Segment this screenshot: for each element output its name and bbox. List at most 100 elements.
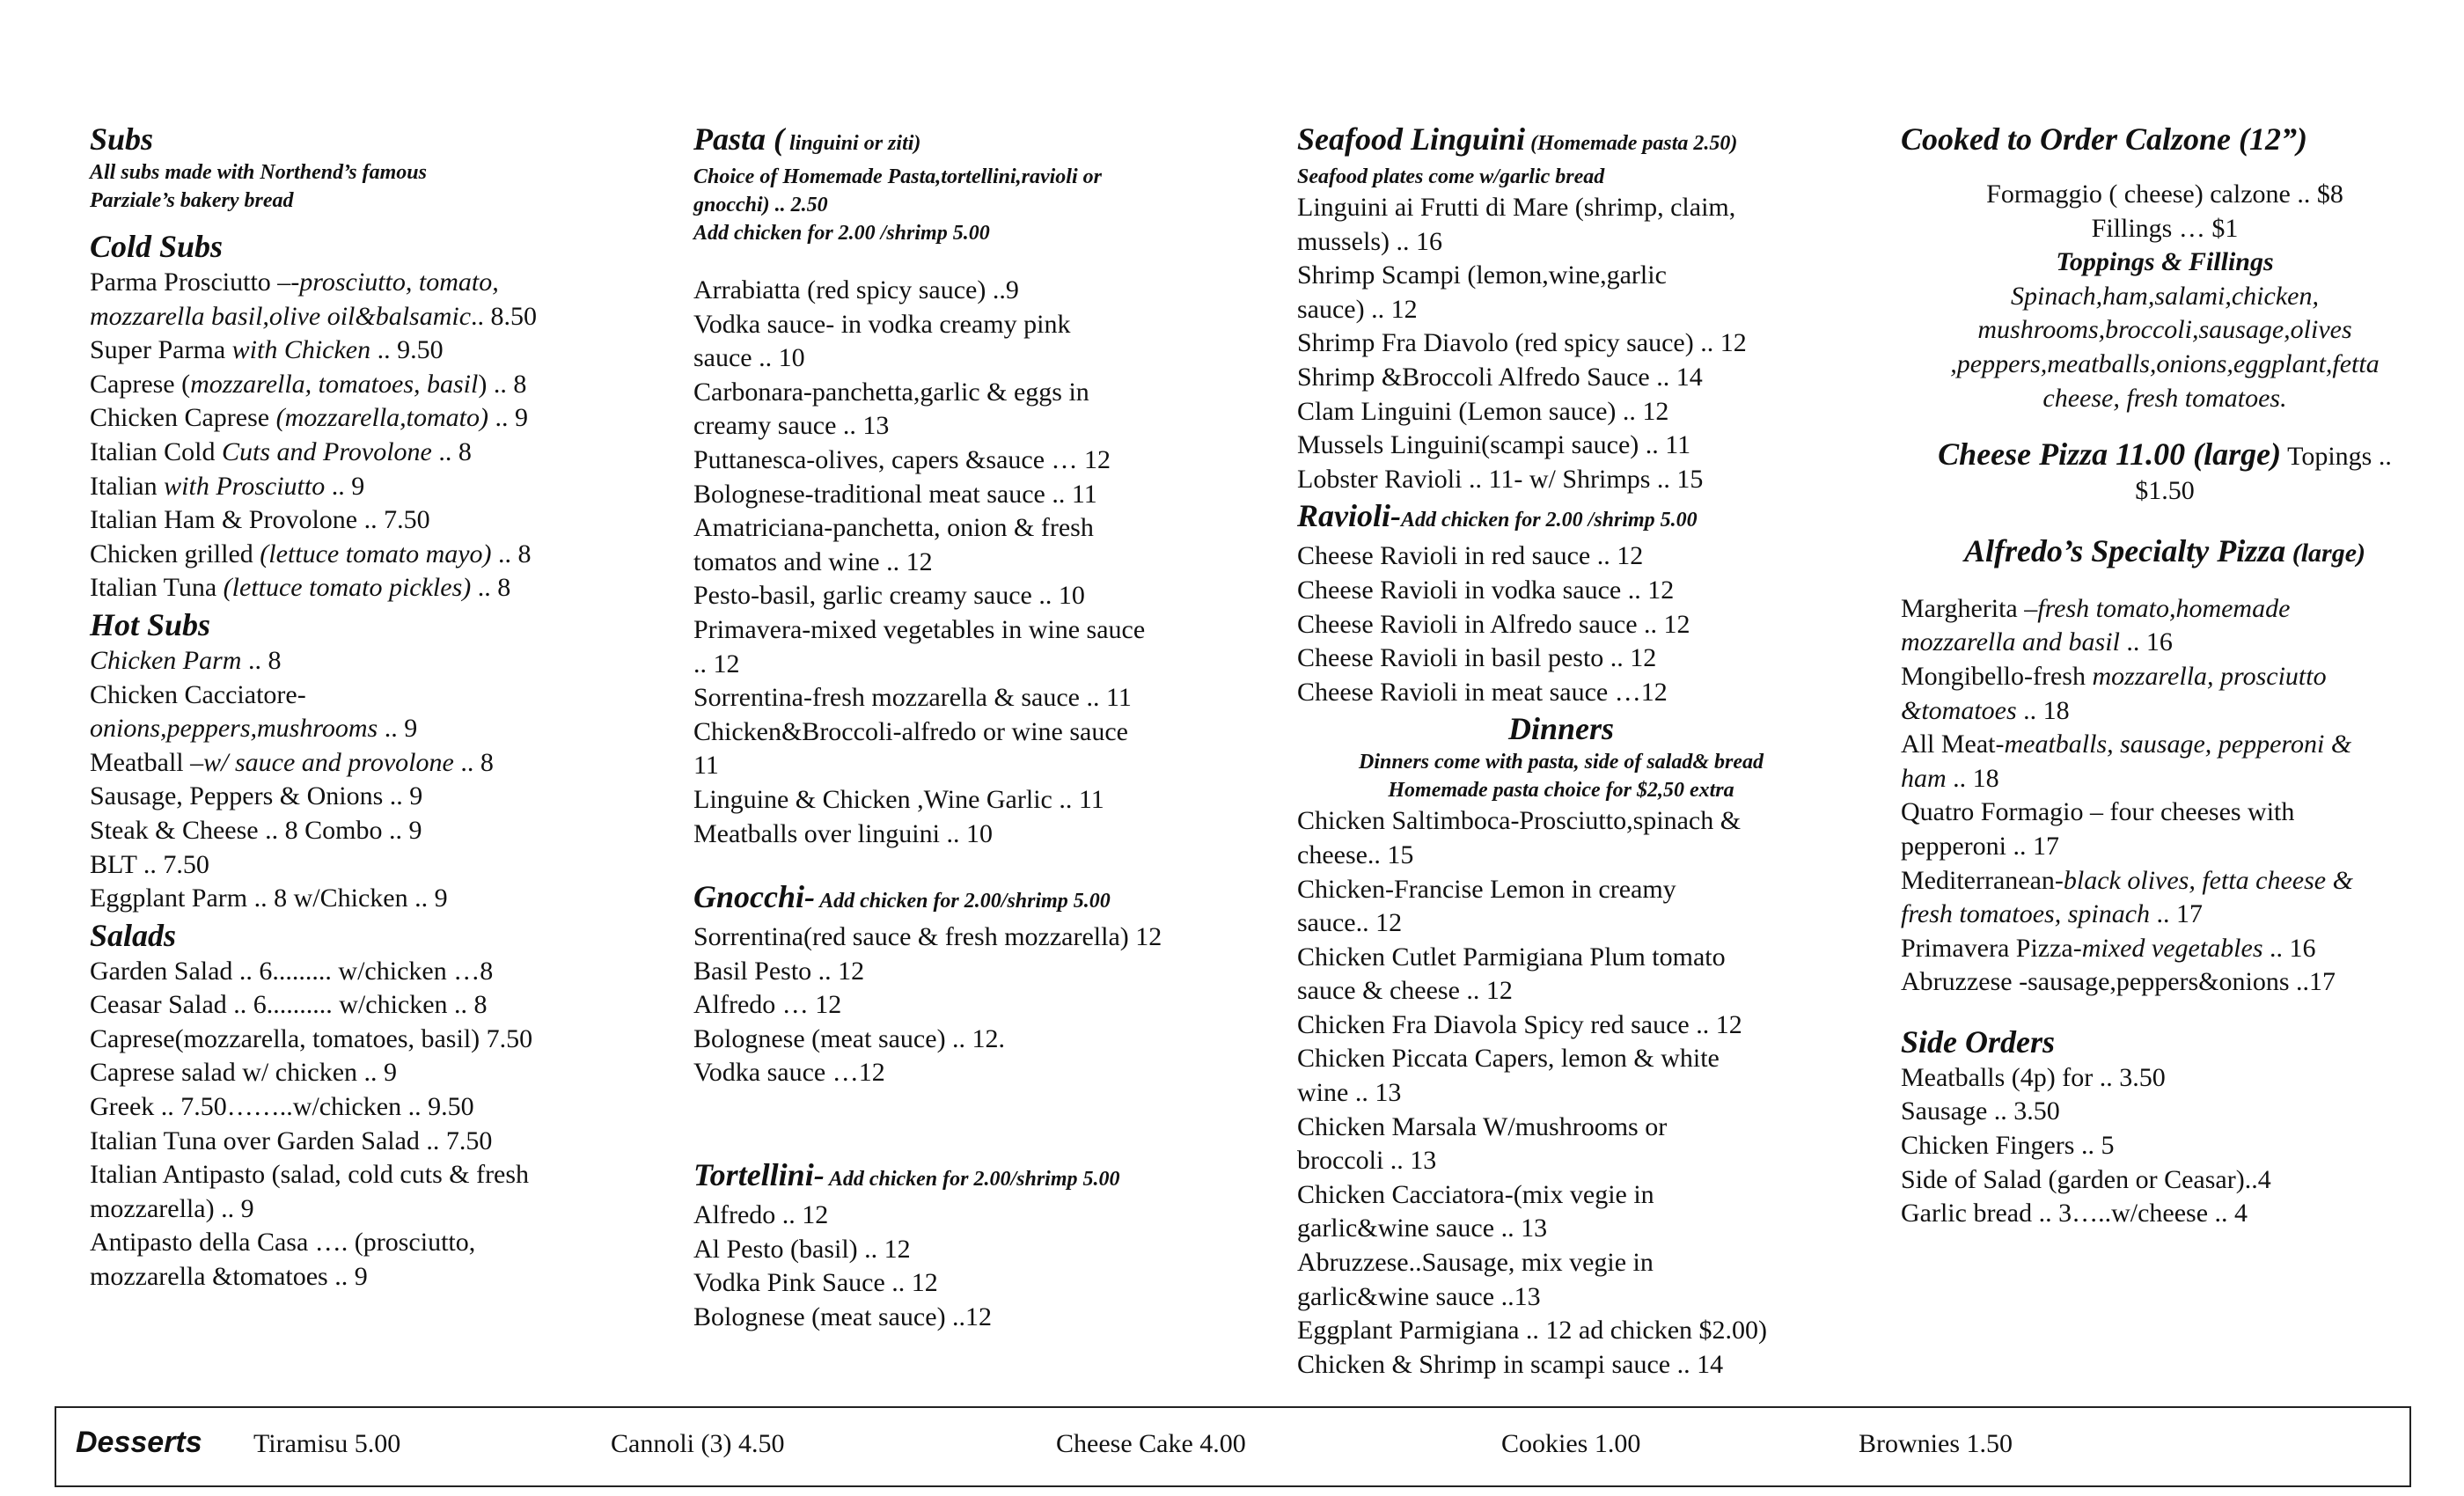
gnocchi-list: Sorrentina(red sauce & fresh mozzarella)… — [693, 920, 1221, 1090]
menu-item: .. 12 — [693, 649, 740, 678]
gnocchi-note: Add chicken for 2.00/shrimp 5.00 — [815, 890, 1111, 913]
side-orders-heading: Side Orders — [1901, 1023, 2056, 1060]
pasta-column: Pasta ( linguini or ziti) Choice of Home… — [693, 120, 1221, 1334]
menu-item: sauce & cheese .. 12 — [1297, 976, 1513, 1006]
menu-item: Clam Linguini (Lemon sauce) .. 12 — [1297, 396, 1669, 426]
desserts-box: Desserts Tiramisu 5.00 Cannoli (3) 4.50 … — [55, 1406, 2411, 1487]
menu-item: BLT .. 7.50 — [90, 849, 209, 879]
menu-item: Al Pesto (basil) .. 12 — [693, 1234, 911, 1264]
dinners-heading: Dinners — [1507, 711, 1615, 747]
dinners-notes: Dinners come with pasta, side of salad& … — [1297, 748, 1825, 804]
menu-item: Abruzzese -sausage,peppers&onions ..17 — [1901, 967, 2336, 997]
menu-item: Linguine & Chicken ,Wine Garlic .. 11 — [693, 784, 1104, 814]
pasta-list: Arrabiatta (red spicy sauce) ..9 Vodka sa… — [693, 274, 1221, 851]
topping-line: Spinach,ham,salami,chicken, — [2011, 281, 2319, 311]
menu-item: Italian Tuna over Garden Salad .. 7.50 — [90, 1126, 493, 1155]
tortellini-list: Alfredo .. 12 Al Pesto (basil) .. 12 Vodka… — [693, 1199, 1221, 1334]
menu-item: Shrimp Fra Diavolo (red spicy sauce) .. … — [1297, 328, 1747, 358]
menu-item: Chicken Parm .. 8 — [90, 645, 282, 675]
seafood-heading: Seafood Linguini (Homemade pasta 2.50) — [1297, 120, 1825, 163]
menu-item: Eggplant Parm .. 8 w/Chicken .. 9 — [90, 884, 448, 913]
ravioli-note: Add chicken for 2.00 /shrimp 5.00 — [1400, 509, 1698, 532]
menu-item: mozzarella and basil .. 16 — [1901, 627, 2173, 657]
menu-item: Bolognese (meat sauce) .. 12. — [693, 1023, 1006, 1053]
menu-item: Chicken Caprese (mozzarella,tomato) .. 9 — [90, 403, 528, 433]
menu-item: Quatro Formagio – four cheeses with — [1901, 797, 2295, 827]
menu-item: Chicken Saltimboca-Prosciutto,spinach & — [1297, 806, 1742, 836]
menu-item: Alfredo .. 12 — [693, 1200, 829, 1230]
menu-item: Chicken Cacciatora-(mix vegie in — [1297, 1179, 1654, 1209]
menu-item: Italian Antipasto (salad, cold cuts & fr… — [90, 1160, 530, 1190]
cheese-pizza-price: $1.50 — [2135, 476, 2195, 506]
seafood-column: Seafood Linguini (Homemade pasta 2.50) S… — [1297, 120, 1825, 1382]
menu-item: Chicken&Broccoli-alfredo or wine sauce — [693, 716, 1128, 746]
calzone-column: Cooked to Order Calzone (12”) Formaggio … — [1901, 120, 2429, 1231]
calzone-heading: Cooked to Order Calzone (12”) — [1901, 121, 2307, 157]
menu-item: Sorrentina(red sauce & fresh mozzarella)… — [693, 922, 1162, 952]
specialty-list: Margherita –fresh tomato,homemade mozzare… — [1901, 592, 2429, 1000]
tortellini-heading: Tortellini- Add chicken for 2.00/shrimp … — [693, 1155, 1221, 1199]
menu-item: Chicken Fingers .. 5 — [1901, 1131, 2115, 1161]
menu-item: Carbonara-panchetta,garlic & eggs in — [693, 377, 1089, 407]
menu-item: Mediterranean-black olives, fetta cheese… — [1901, 865, 2353, 895]
menu-item: Abruzzese..Sausage, mix vegie in — [1297, 1248, 1654, 1278]
hot-subs-heading: Hot Subs — [90, 606, 211, 642]
seafood-list: Linguini ai Frutti di Mare (shrimp, clai… — [1297, 191, 1825, 496]
menu-item: Bolognese (meat sauce) ..12 — [693, 1302, 993, 1331]
menu-item: Antipasto della Casa …. (prosciutto, — [90, 1228, 476, 1258]
topping-line: mushrooms,broccoli,sausage,olives — [1977, 315, 2352, 345]
dessert-item: Tiramisu 5.00 — [253, 1429, 401, 1458]
gnocchi-title: Gnocchi- — [693, 879, 815, 915]
tortellini-title: Tortellini- — [693, 1157, 825, 1193]
cold-subs-heading: Cold Subs — [90, 229, 224, 264]
topping-line: ,peppers,meatballs,onions,eggplant,fetta — [1950, 348, 2380, 378]
menu-item: Chicken grilled (lettuce tomato mayo) ..… — [90, 539, 532, 568]
menu-item: Amatriciana-panchetta, onion & fresh — [693, 513, 1094, 543]
menu-item: Puttanesca-olives, capers &sauce … 12 — [693, 444, 1111, 474]
tortellini-note: Add chicken for 2.00/shrimp 5.00 — [824, 1168, 1120, 1192]
menu-item: Shrimp &Broccoli Alfredo Sauce .. 14 — [1297, 362, 1703, 392]
menu-item: Chicken Cutlet Parmigiana Plum tomato — [1297, 942, 1726, 972]
dinners-list: Chicken Saltimboca-Prosciutto,spinach & c… — [1297, 804, 1825, 1382]
dinners-note: Dinners come with pasta, side of salad& … — [1358, 751, 1764, 774]
menu-item: Italian with Prosciutto .. 9 — [90, 471, 365, 501]
subs-note-1: All subs made with Northend’s famous — [90, 161, 427, 184]
menu-item: Italian Tuna (lettuce tomato pickles) ..… — [90, 573, 511, 603]
cheese-pizza-line: Cheese Pizza 11.00 (large) Topings .. — [1901, 436, 2429, 474]
cheese-pizza-title: Cheese Pizza 11.00 (large) — [1938, 436, 2282, 473]
menu-item: Vodka sauce …12 — [693, 1058, 885, 1088]
menu-item: Cheese Ravioli in red sauce .. 12 — [1297, 541, 1644, 571]
menu-item: Caprese (mozzarella, tomatoes, basil) ..… — [90, 369, 527, 399]
menu-item: Italian Ham & Provolone .. 7.50 — [90, 505, 430, 535]
ravioli-heading: Ravioli-Add chicken for 2.00 /shrimp 5.0… — [1297, 496, 1825, 539]
menu-item: &tomatoes .. 18 — [1901, 695, 2070, 725]
menu-item: Arrabiatta (red spicy sauce) ..9 — [693, 275, 1019, 304]
menu-item: Garlic bread .. 3…..w/cheese .. 4 — [1901, 1199, 2248, 1228]
menu-item: sauce.. 12 — [1297, 908, 1403, 938]
menu-item: Meatballs (4p) for .. 3.50 — [1901, 1062, 2166, 1092]
menu-item: Sausage .. 3.50 — [1901, 1096, 2060, 1126]
menu-item: Super Parma with Chicken .. 9.50 — [90, 335, 444, 365]
menu-item: Chicken-Francise Lemon in creamy — [1297, 874, 1676, 904]
topping-line: cheese, fresh tomatoes. — [2042, 383, 2287, 413]
subs-note-2: Parziale’s bakery bread — [90, 189, 294, 212]
menu-item: 11 — [693, 751, 719, 781]
menu-item: Garden Salad .. 6......... w/chicken …8 — [90, 956, 494, 986]
menu-item: sauce) .. 12 — [1297, 294, 1418, 324]
menu-item: Cheese Ravioli in Alfredo sauce .. 12 — [1297, 609, 1690, 639]
menu-item: Side of Salad (garden or Ceasar)..4 — [1901, 1164, 2271, 1194]
menu-item: Cheese Ravioli in basil pesto .. 12 — [1297, 643, 1657, 673]
menu-item: Greek .. 7.50……..w/chicken .. 9.50 — [90, 1092, 474, 1122]
menu-item: Cheese Ravioli in meat sauce …12 — [1297, 677, 1668, 707]
menu-item: garlic&wine sauce ..13 — [1297, 1281, 1541, 1311]
menu-item: broccoli .. 13 — [1297, 1146, 1437, 1176]
menu-item: onions,peppers,mushrooms .. 9 — [90, 714, 418, 744]
menu-item: ham .. 18 — [1901, 763, 1999, 793]
calzone-lines: Formaggio ( cheese) calzone .. $8 Filling… — [1901, 178, 2429, 246]
hot-subs-list: Chicken Parm .. 8 Chicken Cacciatore-onio… — [90, 644, 618, 916]
menu-item: Chicken Marsala W/mushrooms or — [1297, 1111, 1668, 1141]
specialty-heading: Alfredo’s Specialty Pizza (large) — [1901, 532, 2429, 573]
dinners-note: Homemade pasta choice for $2,50 extra — [1388, 779, 1734, 803]
subs-column: Subs All subs made with Northend’s famou… — [90, 120, 618, 1294]
menu-item: wine .. 13 — [1297, 1078, 1402, 1108]
